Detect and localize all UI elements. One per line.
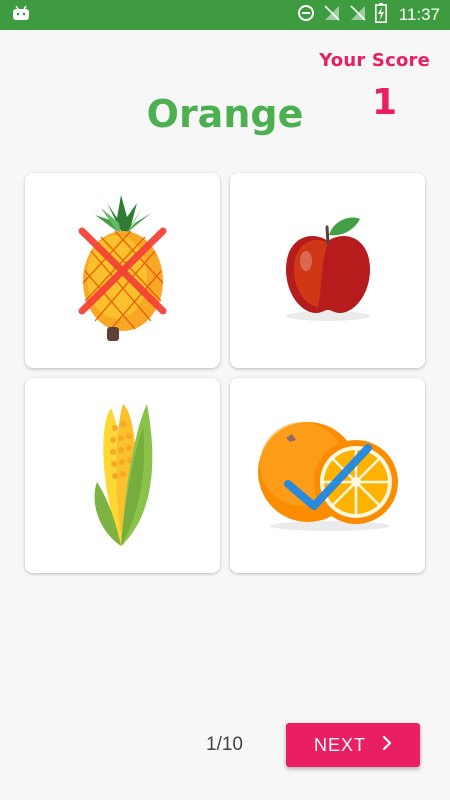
blue-checkmark-icon (284, 444, 372, 510)
data-saver-icon (297, 4, 315, 26)
no-sim-icon (349, 4, 367, 26)
status-bar: 11:37 (0, 0, 450, 30)
apple-icon (286, 217, 370, 321)
next-button[interactable]: NEXT (286, 723, 420, 767)
score-label: Your Score (319, 50, 430, 71)
option-card-orange[interactable] (230, 378, 425, 573)
corn-icon (94, 404, 153, 546)
question-word: Orange (146, 92, 304, 136)
red-cross-icon (78, 227, 167, 315)
progress-indicator: 1/10 (206, 734, 243, 755)
option-card-corn[interactable] (25, 378, 220, 573)
no-signal-icon (323, 4, 341, 26)
android-icon (12, 5, 30, 25)
option-card-apple[interactable] (230, 173, 425, 368)
next-button-label: NEXT (313, 734, 366, 755)
status-time: 11:37 (398, 5, 440, 24)
chevron-right-icon (382, 735, 392, 756)
battery-charging-icon (374, 3, 387, 27)
option-card-pineapple[interactable] (25, 173, 220, 368)
